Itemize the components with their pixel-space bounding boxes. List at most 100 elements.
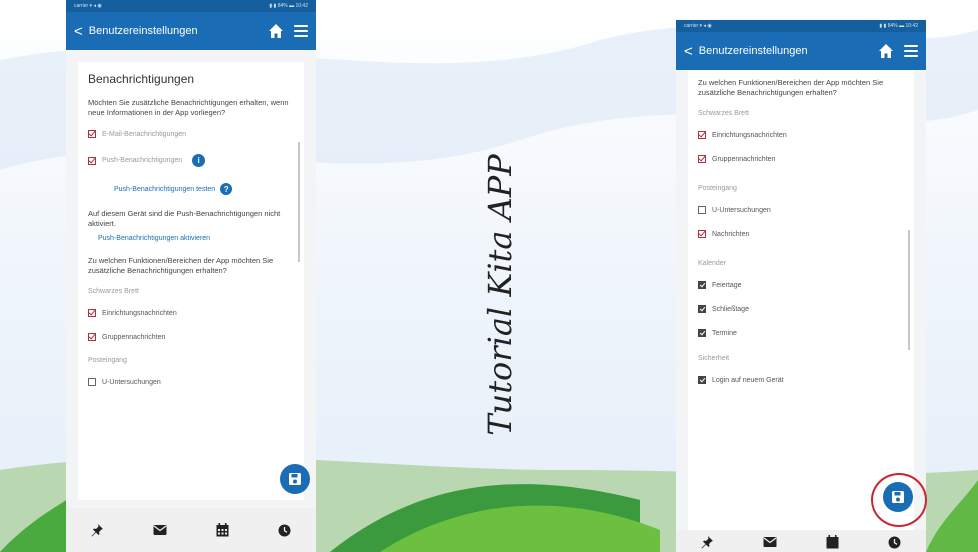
nav-calendar[interactable] <box>212 520 232 540</box>
checkbox-icon <box>88 309 96 317</box>
section-label-inbox: Posteingang <box>698 185 737 192</box>
feiertage-checkbox[interactable]: Feiertage <box>698 281 904 289</box>
checkbox-icon <box>88 333 96 341</box>
nachrichten-checkbox[interactable]: Nachrichten <box>698 230 904 238</box>
back-button[interactable]: < <box>74 23 83 40</box>
status-right: ▮ ▮ 84% ▬ 10:42 <box>879 23 918 29</box>
checkbox-label: Termine <box>712 329 737 337</box>
nav-pinboard[interactable] <box>87 520 107 540</box>
home-icon[interactable] <box>878 43 894 59</box>
u-untersuchungen-checkbox[interactable]: U-Untersuchungen <box>698 206 904 214</box>
clock-icon <box>888 536 901 548</box>
envelope-icon <box>763 537 777 547</box>
question-text: Zu welchen Funktionen/Bereichen der App … <box>698 78 884 97</box>
nav-messages[interactable] <box>150 520 170 540</box>
nav-history[interactable] <box>885 532 905 552</box>
app-bar: < Benutzereinstellungen <box>676 32 926 70</box>
calendar-icon <box>826 535 839 549</box>
checkbox-label: Push-Benachrichtigungen <box>102 157 183 164</box>
checkbox-label: E-Mail-Benachrichtigungen <box>102 130 187 138</box>
clock-icon <box>278 524 291 536</box>
status-carrier: carrier ▾ ◂ ◉ <box>684 23 712 29</box>
checkbox-icon <box>88 130 96 138</box>
settings-card: Benachrichtigungen Möchten Sie zusätzlic… <box>78 62 304 500</box>
gruppen-checkbox[interactable]: Gruppennachrichten <box>698 155 904 163</box>
floppy-disk-icon <box>289 473 301 485</box>
bottom-navigation <box>676 530 926 552</box>
menu-icon[interactable] <box>294 25 308 37</box>
section-label-board: Schwarzes Brett <box>88 288 139 295</box>
section-heading: Benachrichtigungen <box>88 72 195 86</box>
checkbox-label: Einrichtungsnachrichten <box>102 309 177 317</box>
scrollbar[interactable] <box>298 142 300 262</box>
tutorial-caption: Tutorial Kita APP <box>425 154 575 436</box>
push-test-link[interactable]: Push-Benachrichtigungen testen ? <box>114 183 294 195</box>
intro-text: Möchten Sie zusätzliche Benachrichtigung… <box>88 98 289 117</box>
home-icon[interactable] <box>268 23 284 39</box>
checkbox-label: Nachrichten <box>712 230 750 238</box>
device-note: Auf diesem Gerät sind die Push-Benachric… <box>88 209 281 228</box>
nav-history[interactable] <box>275 520 295 540</box>
checkbox-label: Feiertage <box>712 281 742 289</box>
checkbox-icon <box>698 206 706 214</box>
schliesstage-checkbox[interactable]: Schließtage <box>698 305 904 313</box>
bottom-navigation <box>66 508 316 552</box>
status-bar: carrier ▾ ◂ ◉ ▮ ▮ 84% ▬ 10:42 <box>66 0 316 12</box>
section-label-board: Schwarzes Brett <box>698 110 749 117</box>
email-notifications-checkbox[interactable]: E-Mail-Benachrichtigungen <box>88 130 294 138</box>
scrollbar[interactable] <box>908 230 910 350</box>
menu-icon[interactable] <box>904 45 918 57</box>
status-right: ▮ ▮ 84% ▬ 10:42 <box>269 3 308 9</box>
checkbox-label: Gruppennachrichten <box>102 333 166 341</box>
checkbox-icon <box>698 329 706 337</box>
termine-checkbox[interactable]: Termine <box>698 329 904 337</box>
checkbox-icon <box>698 131 706 139</box>
einrichtung-checkbox[interactable]: Einrichtungsnachrichten <box>88 309 294 317</box>
question-text: Zu welchen Funktionen/Bereichen der App … <box>88 256 274 275</box>
annotation-circle <box>871 473 927 527</box>
section-label-security: Sicherheit <box>698 355 730 362</box>
nav-messages[interactable] <box>760 532 780 552</box>
einrichtung-checkbox[interactable]: Einrichtungsnachrichten <box>698 131 904 139</box>
checkbox-label: U-Untersuchungen <box>712 206 771 214</box>
checkbox-icon <box>698 155 706 163</box>
section-label-inbox: Posteingang <box>88 357 127 364</box>
checkbox-label: U-Untersuchungen <box>102 378 161 386</box>
checkbox-icon <box>698 230 706 238</box>
page-title: Benutzereinstellungen <box>88 25 198 37</box>
info-icon[interactable]: i <box>192 154 206 167</box>
envelope-icon <box>153 525 167 535</box>
app-bar: < Benutzereinstellungen <box>66 12 316 50</box>
gruppen-checkbox[interactable]: Gruppennachrichten <box>88 333 294 341</box>
checkbox-label: Login auf neuem Gerät <box>712 376 784 384</box>
help-icon[interactable]: ? <box>220 183 233 195</box>
section-label-calendar: Kalender <box>698 260 727 267</box>
status-bar: carrier ▾ ◂ ◉ ▮ ▮ 84% ▬ 10:42 <box>676 20 926 32</box>
checkbox-icon <box>698 281 706 289</box>
login-new-device-checkbox[interactable]: Login auf neuem Gerät <box>698 376 904 384</box>
pin-icon <box>701 536 714 549</box>
nav-calendar[interactable] <box>822 532 842 552</box>
checkbox-icon <box>698 376 706 384</box>
activate-push-link[interactable]: Push-Benachrichtigungen aktivieren <box>98 235 294 242</box>
status-carrier: carrier ▾ ◂ ◉ <box>74 3 102 9</box>
checkbox-label: Einrichtungsnachrichten <box>712 131 787 139</box>
push-notifications-checkbox[interactable]: Push-Benachrichtigungen i <box>88 154 294 167</box>
save-button[interactable] <box>280 464 310 494</box>
push-test-label: Push-Benachrichtigungen testen <box>114 185 216 193</box>
back-button[interactable]: < <box>684 43 693 60</box>
checkbox-icon <box>88 156 96 165</box>
left-phone-screen: carrier ▾ ◂ ◉ ▮ ▮ 84% ▬ 10:42 < Benutzer… <box>66 0 316 552</box>
page-title: Benutzereinstellungen <box>698 45 808 57</box>
pin-icon <box>91 524 104 537</box>
checkbox-label: Schließtage <box>712 305 749 313</box>
checkbox-icon <box>88 378 96 386</box>
u-untersuchungen-checkbox[interactable]: U-Untersuchungen <box>88 378 294 386</box>
nav-pinboard[interactable] <box>697 532 717 552</box>
tutorial-text: Tutorial Kita APP <box>481 154 519 436</box>
settings-card: Zu welchen Funktionen/Bereichen der App … <box>688 70 914 530</box>
right-phone-screen: carrier ▾ ◂ ◉ ▮ ▮ 84% ▬ 10:42 < Benutzer… <box>676 20 926 552</box>
checkbox-label: Gruppennachrichten <box>712 155 776 163</box>
checkbox-icon <box>698 305 706 313</box>
calendar-icon <box>216 523 229 537</box>
